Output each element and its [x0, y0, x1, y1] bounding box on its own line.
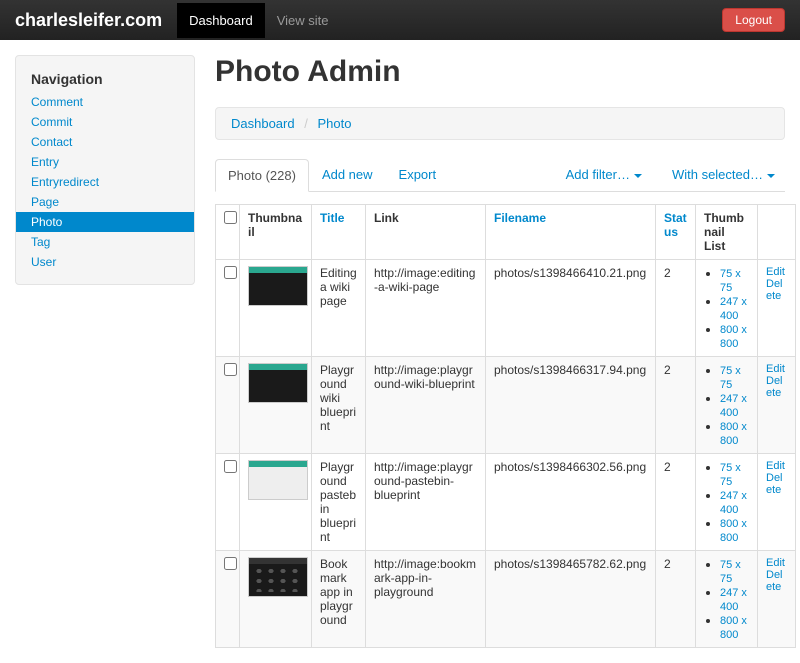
thumb-size-list: 75 x 75247 x 400800 x 800	[704, 460, 749, 544]
cell-title: Bookmark app in playground	[312, 551, 366, 648]
breadcrumb-current[interactable]: Photo	[317, 116, 351, 131]
sidebar-item-tag[interactable]: Tag	[16, 232, 194, 252]
row-checkbox[interactable]	[224, 266, 237, 279]
cell-status: 2	[656, 551, 696, 648]
cell-status: 2	[656, 357, 696, 454]
thumb-size-link[interactable]: 75 x 75	[720, 365, 741, 391]
thumbnail-image[interactable]	[248, 363, 308, 403]
row-checkbox[interactable]	[224, 557, 237, 570]
table-row: Bookmark app in playgroundhttp://image:b…	[216, 551, 796, 648]
thumb-size-link[interactable]: 800 x 800	[720, 324, 747, 350]
thumb-size-link[interactable]: 247 x 400	[720, 393, 747, 419]
sidebar-item-contact[interactable]: Contact	[16, 132, 194, 152]
nav-view-site[interactable]: View site	[265, 3, 341, 38]
breadcrumb: Dashboard / Photo	[215, 107, 785, 140]
th-filename[interactable]: Filename	[494, 211, 546, 225]
sidebar-header: Navigation	[16, 68, 194, 92]
thumbnail-image[interactable]	[248, 460, 308, 500]
th-thumblist: Thumbnail List	[696, 205, 758, 260]
sidebar-item-entry[interactable]: Entry	[16, 152, 194, 172]
delete-link[interactable]: Delete	[766, 278, 787, 302]
cell-status: 2	[656, 260, 696, 357]
cell-link: http://image:playground-wiki-blueprint	[366, 357, 486, 454]
thumbnail-image[interactable]	[248, 266, 308, 306]
cell-title: Playground wiki blueprint	[312, 357, 366, 454]
edit-link[interactable]: Edit	[766, 557, 787, 569]
thumb-size-link[interactable]: 800 x 800	[720, 421, 747, 447]
brand[interactable]: charlesleifer.com	[15, 10, 162, 31]
thumb-size-link[interactable]: 75 x 75	[720, 462, 741, 488]
delete-link[interactable]: Delete	[766, 472, 787, 496]
sidebar-item-user[interactable]: User	[16, 252, 194, 272]
cell-filename: photos/s1398466410.21.png	[486, 260, 656, 357]
thumb-size-list: 75 x 75247 x 400800 x 800	[704, 557, 749, 641]
sidebar-item-entryredirect[interactable]: Entryredirect	[16, 172, 194, 192]
nav-dashboard[interactable]: Dashboard	[177, 3, 265, 38]
cell-filename: photos/s1398466317.94.png	[486, 357, 656, 454]
tab-export[interactable]: Export	[386, 158, 450, 191]
sidebar-item-commit[interactable]: Commit	[16, 112, 194, 132]
cell-link: http://image:editing-a-wiki-page	[366, 260, 486, 357]
thumb-size-link[interactable]: 247 x 400	[720, 587, 747, 613]
add-filter-dropdown[interactable]: Add filter…	[556, 159, 652, 190]
breadcrumb-sep: /	[304, 116, 308, 131]
cell-title: Editing a wiki page	[312, 260, 366, 357]
cell-title: Playground pastebin blueprint	[312, 454, 366, 551]
breadcrumb-dashboard[interactable]: Dashboard	[231, 116, 295, 131]
cell-filename: photos/s1398466302.56.png	[486, 454, 656, 551]
thumb-size-link[interactable]: 75 x 75	[720, 559, 741, 585]
cell-link: http://image:bookmark-app-in-playground	[366, 551, 486, 648]
caret-icon	[767, 174, 775, 178]
tab-add-new[interactable]: Add new	[309, 158, 386, 191]
thumb-size-link[interactable]: 800 x 800	[720, 615, 747, 641]
cell-status: 2	[656, 454, 696, 551]
sidebar-item-page[interactable]: Page	[16, 192, 194, 212]
data-table: Thumbnail Title Link Filename Status Thu…	[215, 204, 796, 648]
main: Photo Admin Dashboard / Photo Photo (228…	[215, 55, 785, 648]
tabs: Photo (228) Add new Export Add filter… W…	[215, 158, 785, 192]
edit-link[interactable]: Edit	[766, 266, 787, 278]
thumb-size-link[interactable]: 247 x 400	[720, 296, 747, 322]
thumb-size-list: 75 x 75247 x 400800 x 800	[704, 266, 749, 350]
tab-photo[interactable]: Photo (228)	[215, 159, 309, 192]
caret-icon	[634, 174, 642, 178]
th-link: Link	[366, 205, 486, 260]
delete-link[interactable]: Delete	[766, 375, 787, 399]
delete-link[interactable]: Delete	[766, 569, 787, 593]
sidebar-item-comment[interactable]: Comment	[16, 92, 194, 112]
page-title: Photo Admin	[215, 55, 785, 89]
thumb-size-link[interactable]: 800 x 800	[720, 518, 747, 544]
edit-link[interactable]: Edit	[766, 460, 787, 472]
th-status[interactable]: Status	[664, 211, 687, 239]
table-row: Editing a wiki pagehttp://image:editing-…	[216, 260, 796, 357]
navbar: charlesleifer.com Dashboard View site Lo…	[0, 0, 800, 40]
with-selected-dropdown[interactable]: With selected…	[662, 159, 785, 190]
thumb-size-link[interactable]: 247 x 400	[720, 490, 747, 516]
cell-link: http://image:playground-pastebin-bluepri…	[366, 454, 486, 551]
thumbnail-image[interactable]	[248, 557, 308, 597]
select-all-checkbox[interactable]	[224, 211, 237, 224]
sidebar: Navigation CommentCommitContactEntryEntr…	[15, 55, 195, 648]
thumb-size-list: 75 x 75247 x 400800 x 800	[704, 363, 749, 447]
table-row: Playground pastebin blueprinthttp://imag…	[216, 454, 796, 551]
edit-link[interactable]: Edit	[766, 363, 787, 375]
logout-button[interactable]: Logout	[722, 8, 785, 32]
table-row: Playground wiki blueprinthttp://image:pl…	[216, 357, 796, 454]
row-checkbox[interactable]	[224, 363, 237, 376]
row-checkbox[interactable]	[224, 460, 237, 473]
sidebar-item-photo[interactable]: Photo	[16, 212, 194, 232]
th-thumbnail: Thumbnail	[240, 205, 312, 260]
cell-filename: photos/s1398465782.62.png	[486, 551, 656, 648]
thumb-size-link[interactable]: 75 x 75	[720, 268, 741, 294]
th-title[interactable]: Title	[320, 211, 344, 225]
